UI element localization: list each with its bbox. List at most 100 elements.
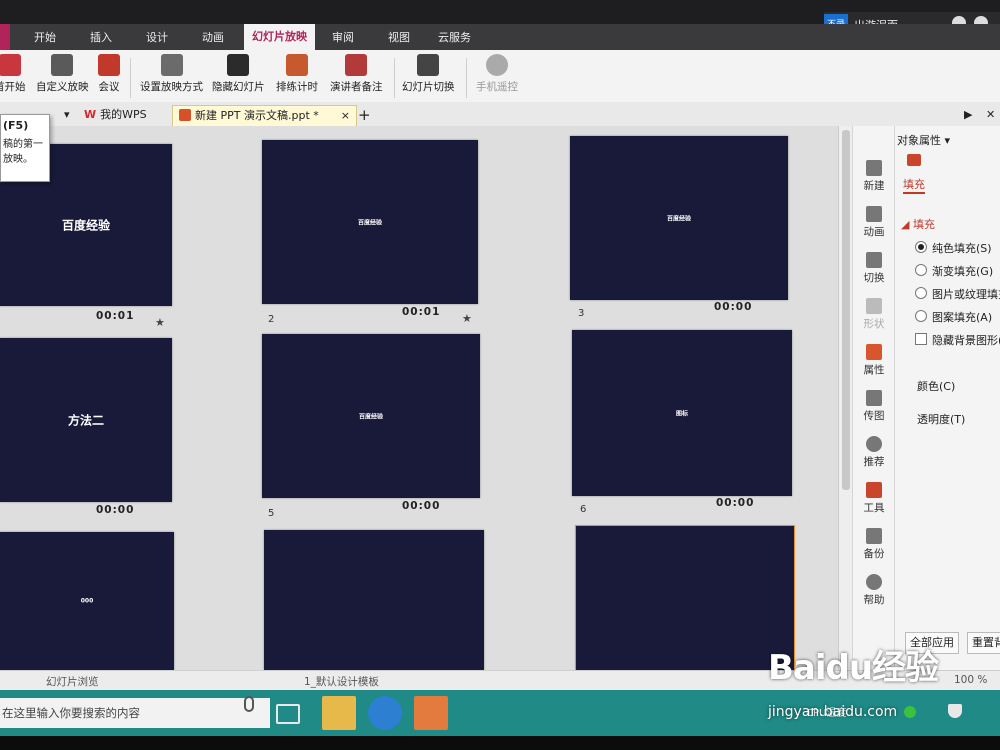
fill-section-label: 填充 [912,218,935,231]
panel-header[interactable]: 对象属性 ▾ [897,132,950,148]
object-properties-panel: 对象属性 ▾ 填充 ◢ 填充 纯色填充(S) 渐变填充(G) 图片或纹理填充 图… [894,126,1000,670]
reset-background-button[interactable]: 重置背 [967,632,1000,654]
ribbon-separator [130,58,131,98]
transition-icon [417,54,440,76]
tooltip-line: 稿的第一 [3,139,43,150]
radio-picture-fill[interactable]: 图片或纹理填充 [915,286,1000,302]
tab-dropdown-icon[interactable]: ▾ [64,105,70,125]
transition-button[interactable]: 幻灯片切换 [402,54,455,94]
rehearse-icon [286,54,308,76]
tab-mywps[interactable]: W 我的WPS [84,105,147,125]
tab-insert[interactable]: 插入 [90,29,112,45]
tab-current-document[interactable]: 新建 PPT 演示文稿.ppt * × [172,105,357,127]
rehearse-label: 排练计时 [276,81,318,93]
slide-thumbnail-3[interactable]: 百度经验 [570,136,788,300]
pin-icon[interactable]: ✕ [986,105,995,125]
new-tab-button[interactable]: + [358,105,371,125]
checkbox-hide-background[interactable]: 隐藏背景图形( [915,332,1000,348]
tab-fill[interactable]: 填充 [903,176,925,194]
monitor-bezel [0,736,1000,750]
taskbar-search-box[interactable]: 在这里输入你要搜索的内容 [0,698,270,728]
task-view-button[interactable] [276,704,300,724]
tab-view[interactable]: 视图 [388,29,410,45]
slide-timing: 00:00 [716,497,755,509]
tab-design[interactable]: 设计 [146,29,168,45]
strip-new[interactable]: 新建 [853,160,895,193]
edge-browser-icon[interactable] [368,696,402,730]
strip-label: 传图 [863,410,885,422]
status-template: 1_默认设计模板 [304,676,379,688]
wifi-icon[interactable] [948,704,962,718]
strip-tools[interactable]: 工具 [853,482,895,515]
vertical-scrollbar[interactable] [838,126,853,670]
meeting-label: 会议 [98,81,120,93]
tray-icon[interactable] [904,706,916,718]
slide-thumbnail-2[interactable]: 百度经验 [262,140,478,304]
slide-title: 方法二 [67,413,104,428]
strip-label: 形状 [863,318,885,330]
strip-animation[interactable]: 动画 [853,206,895,239]
setup-show-label: 设置放映方式 [140,81,203,93]
slide-thumbnail-4[interactable]: 方法二 [0,338,172,502]
option-label: 纯色填充(S) [932,242,992,255]
strip-help[interactable]: 帮助 [853,574,895,607]
slide-thumbnail-5[interactable]: 百度经验 [262,334,480,498]
slide-timing: 00:00 [402,500,441,512]
tab-home[interactable]: 开始 [34,29,56,45]
presenter-notes-button[interactable]: 演讲者备注 [330,54,383,94]
rehearse-button[interactable]: 排练计时 [276,54,318,94]
tab-slideshow[interactable]: 幻灯片放映 [244,24,315,50]
slideshow-mini-icon[interactable]: ▶ [964,105,972,125]
slide-thumbnail-9[interactable] [575,525,795,671]
strip-label: 新建 [863,180,885,192]
strip-properties[interactable]: 属性 [853,344,895,377]
tooltip-shortcut: (F5) [3,119,29,132]
strip-label: 动画 [863,226,885,238]
ribbon-separator [394,58,395,98]
file-explorer-icon[interactable] [322,696,356,730]
slide-thumbnail-7[interactable]: 000 [0,532,174,670]
hide-slide-button[interactable]: 隐藏幻灯片 [212,54,265,94]
zoom-level[interactable]: 100 % [954,674,987,686]
checkbox-icon [915,333,927,345]
from-start-button[interactable]: 首开始 [0,54,26,94]
radio-gradient-fill[interactable]: 渐变填充(G) [915,263,993,279]
from-start-label: 首开始 [0,81,26,93]
meeting-button[interactable]: 会议 [98,54,120,94]
strip-transition[interactable]: 切换 [853,252,895,285]
phone-remote-button[interactable]: 手机遥控 [476,54,518,94]
fill-section-header[interactable]: ◢ 填充 [901,216,935,232]
transition-label: 幻灯片切换 [402,81,455,93]
strip-recommend[interactable]: 推荐 [853,436,895,469]
radio-solid-fill[interactable]: 纯色填充(S) [915,240,992,256]
close-tab-icon[interactable]: × [341,109,350,122]
strip-label: 切换 [863,272,885,284]
hide-slide-icon [227,54,250,76]
tab-cloud[interactable]: 云服务 [438,29,471,45]
presenter-notes-label: 演讲者备注 [330,81,383,93]
tab-mywps-label: 我的WPS [100,108,147,121]
slide-thumbnail-6[interactable]: 图标 [572,330,792,496]
strip-backup[interactable]: 备份 [853,528,895,561]
help-icon [866,574,882,590]
microphone-icon[interactable] [244,696,254,712]
scrollbar-thumb[interactable] [842,130,850,490]
tab-review[interactable]: 审阅 [332,29,354,45]
wps-menu-button[interactable] [0,24,10,50]
custom-show-button[interactable]: 自定义放映 [36,54,89,94]
radio-icon [915,287,927,299]
wps-logo-icon: W [84,108,97,121]
phone-remote-label: 手机遥控 [476,81,518,93]
setup-show-button[interactable]: 设置放映方式 [140,54,203,94]
screen: 不录 出游泥而... 开始 插入 设计 动画 幻灯片放映 审阅 视图 云服务 首… [0,0,1000,750]
radio-pattern-fill[interactable]: 图案填充(A) [915,309,992,325]
wps-app-icon[interactable] [414,696,448,730]
strip-shape[interactable]: 形状 [853,298,895,331]
properties-icon [866,344,882,360]
tab-animation[interactable]: 动画 [202,29,224,45]
strip-upload-image[interactable]: 传图 [853,390,895,423]
ribbon-separator [466,58,467,98]
radio-icon [915,310,927,322]
tooltip-line: 放映。 [3,154,33,165]
slide-thumbnail-8[interactable] [264,530,484,670]
